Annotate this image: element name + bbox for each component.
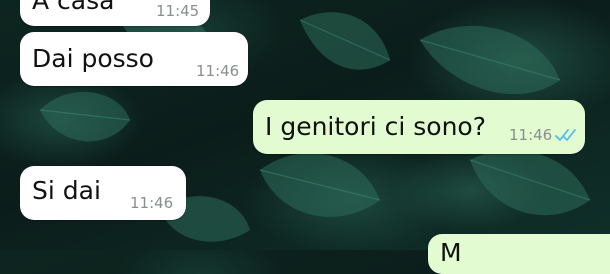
message-bubble-incoming[interactable]: Dai posso 11:46	[20, 32, 248, 86]
message-text: Dai posso	[32, 44, 154, 73]
message-timestamp: 11:46	[196, 62, 240, 80]
message-text: M	[440, 238, 462, 267]
message-bubble-outgoing[interactable]: I genitori ci sono? 11:46	[253, 100, 585, 154]
message-timestamp: 11:46	[130, 194, 174, 212]
message-text: I genitori ci sono?	[265, 112, 486, 141]
double-check-read-icon	[555, 129, 576, 141]
message-bubble-incoming[interactable]: Si dai 11:46	[20, 166, 186, 220]
message-timestamp: 11:46	[509, 126, 553, 144]
message-timestamp: 11:45	[156, 2, 200, 20]
message-text: A casa	[32, 0, 115, 15]
message-bubble-incoming[interactable]: A casa 11:45	[20, 0, 210, 26]
message-text: Si dai	[32, 176, 101, 205]
message-bubble-outgoing[interactable]: M	[428, 234, 610, 274]
